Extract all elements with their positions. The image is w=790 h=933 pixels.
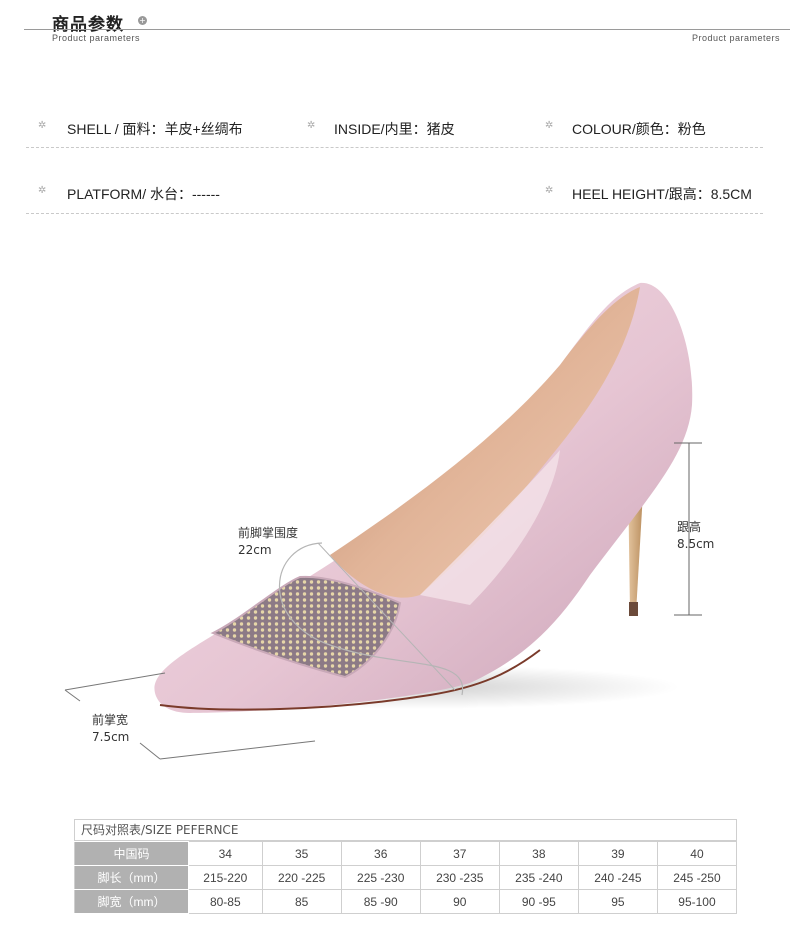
size-cell: 39 [577,841,658,866]
forefoot-width-value: 7.5cm [92,730,130,744]
size-cell: 90 -95 [498,889,579,914]
size-cell: 80-85 [188,889,263,914]
sparkle-icon: ✲ [307,120,316,131]
section-header: 商品参数 + Product parameters Product parame… [0,0,790,50]
heel-tip [629,602,638,616]
heel-height-label: 跟高 [677,520,702,534]
row-label: 中国码 [74,841,189,866]
sparkle-icon: ✲ [545,185,554,196]
heel-height-annotation: 跟高 8.5cm [677,519,714,553]
width-measure-tick-bottom [139,742,161,760]
forefoot-girth-value: 22cm [238,543,272,557]
heel-height-value: 8.5cm [677,537,715,551]
size-cell: 235 -240 [498,865,579,890]
size-cell: 38 [498,841,579,866]
size-cell: 36 [340,841,421,866]
size-table: 中国码 34 35 36 37 38 39 40 脚长（mm） 215-220 … [74,841,738,914]
table-row: 脚宽（mm） 80-85 85 85 -90 90 90 -95 95 95-1… [74,889,738,914]
row-divider [26,213,763,214]
plus-icon: + [138,16,147,25]
size-cell: 225 -230 [340,865,421,890]
row-divider [26,147,763,148]
width-measure-tick [64,689,81,702]
forefoot-girth-annotation: 前脚掌围度 22cm [238,525,298,559]
size-cell: 95-100 [656,889,738,914]
size-cell: 240 -245 [577,865,658,890]
width-measure-bottom [159,740,316,760]
forefoot-width-label: 前掌宽 [92,713,129,727]
section-title: 商品参数 [52,15,124,35]
param-colour: COLOUR/颜色：粉色 [572,121,706,137]
size-table-caption: 尺码对照表/SIZE PEFERNCE [74,819,737,841]
size-cell: 37 [419,841,500,866]
size-cell: 245 -250 [656,865,738,890]
size-cell: 95 [577,889,658,914]
param-heel-height: HEEL HEIGHT/跟高：8.5CM [572,186,752,202]
size-cell: 230 -235 [419,865,500,890]
size-cell: 220 -225 [261,865,342,890]
size-cell: 90 [419,889,500,914]
size-cell: 40 [656,841,738,866]
width-measure-top [64,672,166,691]
size-cell: 35 [261,841,342,866]
forefoot-girth-label: 前脚掌围度 [238,526,299,540]
row-label: 脚宽（mm） [74,889,189,914]
sparkle-icon: ✲ [38,120,47,131]
sparkle-icon: ✲ [545,120,554,131]
param-inside: INSIDE/内里：猪皮 [334,121,455,137]
sparkle-icon: ✲ [38,185,47,196]
section-subtitle-right: Product parameters [691,33,780,43]
section-subtitle-left: Product parameters [52,33,141,43]
row-label: 脚长（mm） [74,865,189,890]
size-cell: 215-220 [188,865,263,890]
size-cell: 85 -90 [340,889,421,914]
table-row: 脚长（mm） 215-220 220 -225 225 -230 230 -23… [74,865,738,890]
forefoot-width-annotation: 前掌宽 7.5cm [92,712,129,746]
param-shell: SHELL / 面料：羊皮+丝绸布 [67,121,243,137]
size-cell: 34 [188,841,263,866]
size-cell: 85 [261,889,342,914]
table-row: 中国码 34 35 36 37 38 39 40 [74,841,738,866]
param-platform: PLATFORM/ 水台：------ [67,186,220,202]
header-divider [24,29,790,30]
